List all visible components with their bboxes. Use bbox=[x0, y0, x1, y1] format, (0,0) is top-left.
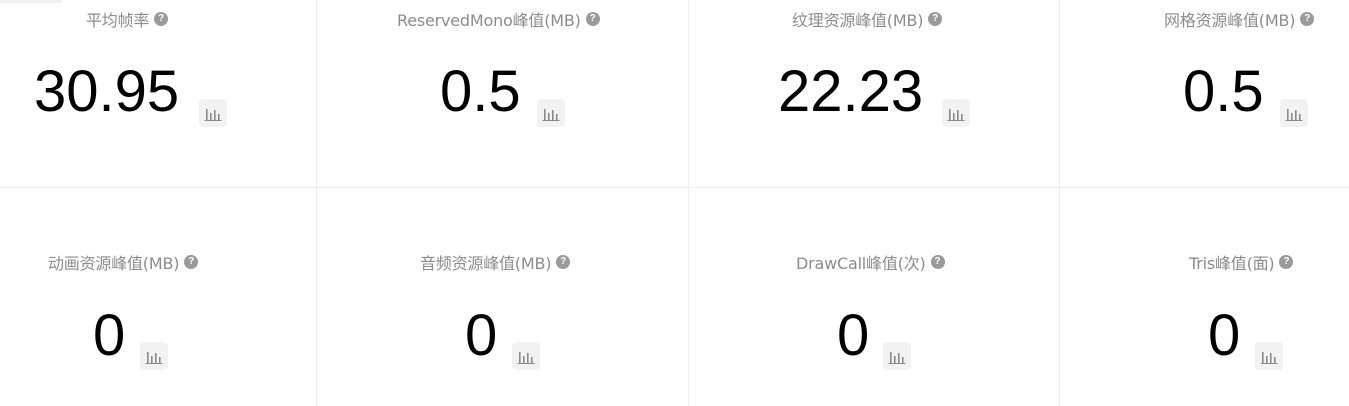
question-circle-icon[interactable]: ? bbox=[154, 12, 169, 26]
glyph-baseline bbox=[542, 120, 560, 121]
metric-label-row: 平均帧率 ? bbox=[86, 9, 169, 30]
metric-label: 网格资源峰值(MB) bbox=[1164, 11, 1296, 30]
glyph-baseline bbox=[947, 120, 965, 121]
question-circle-icon[interactable]: ? bbox=[184, 255, 199, 269]
glyph-bar bbox=[552, 110, 554, 121]
glyph-bar bbox=[1274, 357, 1276, 364]
glyph-bar bbox=[548, 113, 550, 121]
bar-chart-glyph bbox=[145, 352, 163, 364]
glyph-bar bbox=[1299, 114, 1301, 121]
glyph-bar bbox=[206, 109, 208, 121]
glyph-bar bbox=[1295, 110, 1297, 121]
glyph-bar bbox=[519, 352, 521, 364]
glyph-bar bbox=[1270, 353, 1272, 364]
glyph-bar bbox=[1287, 109, 1289, 121]
metric-label-row: 纹理资源峰值(MB) ? bbox=[792, 9, 943, 30]
glyph-bar bbox=[890, 352, 892, 364]
glyph-bar bbox=[214, 110, 216, 121]
glyph-baseline bbox=[1285, 120, 1303, 121]
glyph-bar bbox=[159, 357, 161, 364]
bar-chart-icon[interactable] bbox=[1280, 99, 1308, 127]
corner-decoration bbox=[0, 0, 62, 3]
glyph-baseline bbox=[888, 363, 906, 364]
metric-value: 0.5 bbox=[1183, 59, 1264, 124]
bar-chart-glyph bbox=[542, 109, 560, 121]
glyph-bar bbox=[155, 353, 157, 364]
glyph-bar bbox=[894, 356, 896, 364]
metric-label-row: DrawCall峰值(次) ? bbox=[796, 252, 945, 273]
metric-label: 纹理资源峰值(MB) bbox=[792, 11, 924, 30]
column-divider bbox=[1059, 0, 1060, 406]
glyph-bar bbox=[1262, 352, 1264, 364]
metric-label: 音频资源峰值(MB) bbox=[420, 254, 552, 273]
metric-label-row: 动画资源峰值(MB) ? bbox=[48, 252, 199, 273]
glyph-bar bbox=[527, 353, 529, 364]
column-divider bbox=[688, 0, 689, 406]
bar-chart-icon[interactable] bbox=[537, 99, 565, 127]
glyph-bar bbox=[218, 114, 220, 121]
glyph-bar bbox=[210, 113, 212, 121]
bar-chart-glyph bbox=[1260, 352, 1278, 364]
bar-chart-glyph bbox=[204, 109, 222, 121]
glyph-baseline bbox=[1260, 363, 1278, 364]
metric-value: 0 bbox=[93, 303, 126, 368]
glyph-bar bbox=[531, 357, 533, 364]
metric-label-row: 网格资源峰值(MB) ? bbox=[1164, 9, 1315, 30]
glyph-bar bbox=[953, 113, 955, 121]
metric-value: 0.5 bbox=[440, 59, 521, 124]
metric-value: 0 bbox=[837, 303, 870, 368]
bar-chart-icon[interactable] bbox=[1255, 342, 1283, 370]
glyph-bar bbox=[961, 114, 963, 121]
bar-chart-icon[interactable] bbox=[512, 342, 540, 370]
metric-value: 0 bbox=[465, 303, 498, 368]
metric-value: 0 bbox=[1208, 303, 1241, 368]
glyph-baseline bbox=[517, 363, 535, 364]
glyph-bar bbox=[556, 114, 558, 121]
metric-label: 动画资源峰值(MB) bbox=[48, 254, 180, 273]
metric-label-row: ReservedMono峰值(MB) ? bbox=[397, 9, 600, 30]
question-circle-icon[interactable]: ? bbox=[1300, 12, 1315, 26]
bar-chart-glyph bbox=[517, 352, 535, 364]
glyph-bar bbox=[544, 109, 546, 121]
row-divider bbox=[0, 187, 1349, 188]
question-circle-icon[interactable]: ? bbox=[928, 12, 943, 26]
glyph-bar bbox=[902, 357, 904, 364]
glyph-bar bbox=[1291, 113, 1293, 121]
metric-label-row: Tris峰值(面) ? bbox=[1189, 252, 1294, 273]
bar-chart-icon[interactable] bbox=[199, 99, 227, 127]
glyph-bar bbox=[523, 356, 525, 364]
metrics-grid: 平均帧率 ? 30.95 ReservedMono峰值(MB) ? 0.5 纹理… bbox=[0, 0, 1349, 406]
question-circle-icon[interactable]: ? bbox=[585, 12, 600, 26]
glyph-baseline bbox=[204, 120, 222, 121]
question-circle-icon[interactable]: ? bbox=[1279, 255, 1294, 269]
glyph-bar bbox=[1266, 356, 1268, 364]
bar-chart-glyph bbox=[1285, 109, 1303, 121]
glyph-bar bbox=[957, 110, 959, 121]
glyph-baseline bbox=[145, 363, 163, 364]
column-divider bbox=[316, 0, 317, 406]
question-circle-icon[interactable]: ? bbox=[930, 255, 945, 269]
question-circle-icon[interactable]: ? bbox=[556, 255, 571, 269]
bar-chart-glyph bbox=[947, 109, 965, 121]
bar-chart-icon[interactable] bbox=[942, 99, 970, 127]
metric-value: 30.95 bbox=[34, 59, 180, 124]
bar-chart-icon[interactable] bbox=[140, 342, 168, 370]
glyph-bar bbox=[898, 353, 900, 364]
glyph-bar bbox=[147, 352, 149, 364]
metric-label: Tris峰值(面) bbox=[1189, 254, 1275, 273]
metric-label-row: 音频资源峰值(MB) ? bbox=[420, 252, 571, 273]
metric-label: DrawCall峰值(次) bbox=[796, 254, 926, 273]
glyph-bar bbox=[949, 109, 951, 121]
metric-value: 22.23 bbox=[778, 59, 924, 124]
metric-label: ReservedMono峰值(MB) bbox=[397, 11, 581, 30]
bar-chart-icon[interactable] bbox=[883, 342, 911, 370]
bar-chart-glyph bbox=[888, 352, 906, 364]
glyph-bar bbox=[151, 356, 153, 364]
metric-label: 平均帧率 bbox=[86, 11, 150, 30]
